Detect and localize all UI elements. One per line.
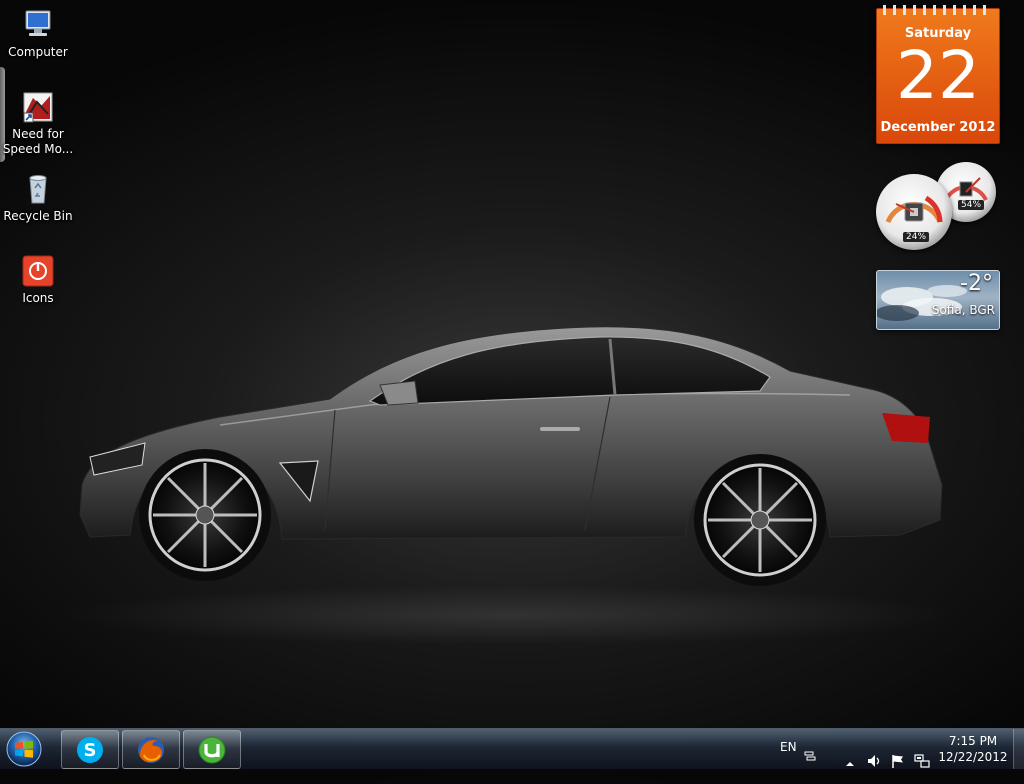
nfs-shortcut-icon [23,92,53,123]
power-icon [22,255,54,287]
firefox-icon [138,737,164,763]
calendar-month-year: December 2012 [880,120,996,135]
taskbar-utorrent-button[interactable] [183,730,241,769]
calendar-day: 22 [896,37,980,114]
computer-desktop-icon[interactable]: Computer [0,8,76,60]
nfs-label: Need for Speed Mo... [2,127,74,156]
action-center-flag-icon[interactable] [890,741,906,781]
network-icon[interactable] [914,741,930,781]
cpu-percent: 24% [903,232,930,242]
show-desktop-button[interactable] [1013,729,1024,769]
clock-time: 7:15 PM [948,734,998,748]
front-wheel [139,449,271,581]
nfs-desktop-icon[interactable]: Need for Speed Mo... [0,90,76,157]
svg-text:S: S [84,740,97,761]
language-indicator[interactable]: EN [780,740,797,780]
calendar-gadget[interactable]: Saturday 22 December 2012 [876,5,1000,144]
skype-icon: S [77,737,103,763]
weather-temperature: -2° [960,271,993,296]
utorrent-icon [198,736,226,764]
start-button[interactable] [4,730,44,768]
system-clock[interactable]: 7:15 PM 12/22/2012 [934,733,1012,765]
taskbar: S EN 7:15 PM 12/22/2012 [0,728,1024,769]
icons-label: Icons [22,291,54,305]
weather-location: Sofia, BGR [931,303,995,317]
recycle-bin-desktop-icon[interactable]: Recycle Bin [0,172,76,224]
rear-wheel [694,454,826,586]
computer-icon [25,10,51,36]
icons-desktop-icon[interactable]: Icons [0,254,76,306]
taskbar-skype-button[interactable]: S [61,730,119,769]
cpu-gauge: 24% [876,174,952,250]
wallpaper-car [79,326,943,586]
volume-icon[interactable] [866,741,882,781]
show-hidden-icons-icon[interactable] [845,744,855,784]
computer-label: Computer [8,45,68,59]
memory-percent: 54% [958,200,985,210]
taskbar-firefox-button[interactable] [122,730,180,769]
keyboard-layout-icon[interactable] [804,737,816,777]
recycle-bin-icon [29,175,47,204]
recycle-bin-label: Recycle Bin [3,209,73,223]
clock-date: 12/22/2012 [938,750,1008,764]
weather-gadget[interactable]: -2° Sofia, BGR [876,270,1000,330]
calendar-rings [883,5,993,15]
